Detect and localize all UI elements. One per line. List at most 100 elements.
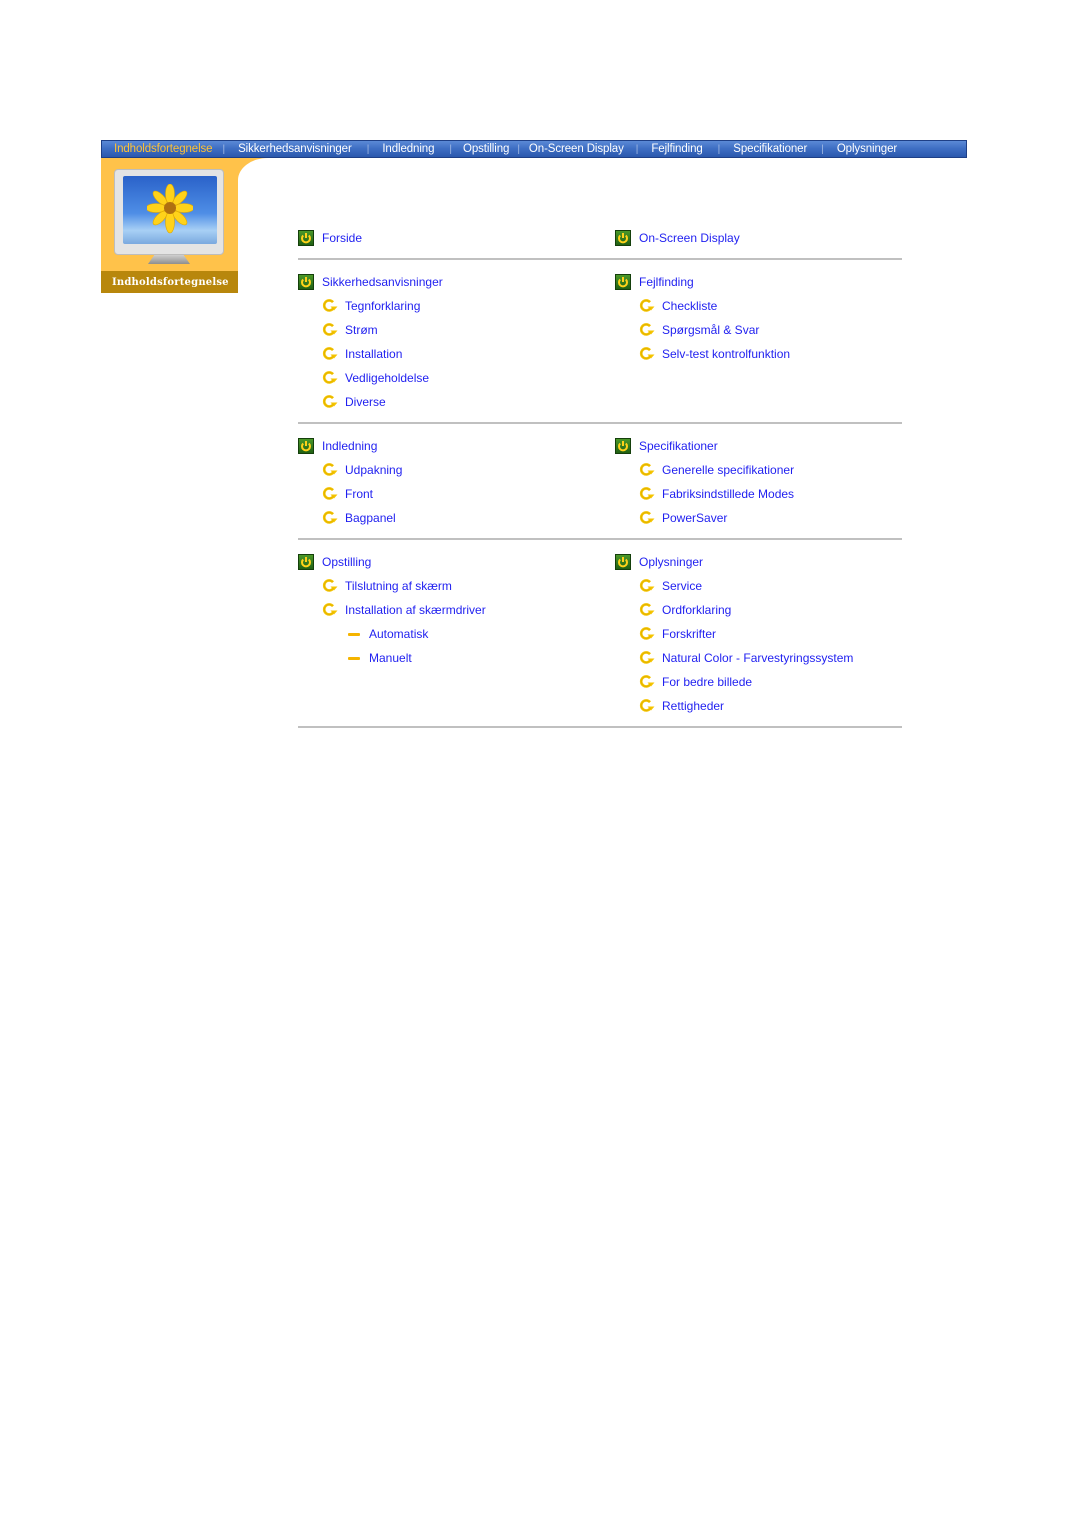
circular-arrow-icon [639,651,662,665]
toc-link[interactable]: Vedligeholdelse [345,371,429,385]
table-of-contents: Forside On-Screen Display Sikkerhedsanvisn… [298,226,902,738]
toc-list-item[interactable]: Diverse [298,390,615,414]
power-box-icon [298,554,322,570]
toc-list-item[interactable]: Udpakning [298,458,615,482]
toc-list-item[interactable]: Ordforklaring [615,598,902,622]
toc-link[interactable]: Specifikationer [639,439,718,453]
toc-link[interactable]: Diverse [345,395,386,409]
toc-list-item[interactable]: Checkliste [615,294,902,318]
power-box-icon [615,230,639,246]
toc-link[interactable]: Front [345,487,373,501]
toc-list-item[interactable]: Tegnforklaring [298,294,615,318]
toc-link[interactable]: Generelle specifikationer [662,463,794,477]
nav-separator: | [821,143,824,155]
circular-arrow-icon [639,347,662,361]
toc-link[interactable]: Rettigheder [662,699,724,713]
toc-link[interactable]: Fabriksindstillede Modes [662,487,794,501]
toc-link[interactable]: Forskrifter [662,627,716,641]
toc-section-heading[interactable]: Forside [298,226,615,250]
circular-arrow-icon [639,323,662,337]
toc-column-right: Fejlfinding Checkliste Spørgsmål & Svar Sel… [615,270,902,414]
toc-column-left: Indledning Udpakning Front Bagpanel [298,434,615,530]
toc-link[interactable]: Opstilling [322,555,371,569]
toc-link[interactable]: On-Screen Display [639,231,740,245]
toc-link[interactable]: Tegnforklaring [345,299,420,313]
side-banner: Indholdsfortegnelse [101,158,268,293]
toc-section-heading[interactable]: Sikkerhedsanvisninger [298,270,615,294]
toc-section-heading[interactable]: Specifikationer [615,434,902,458]
banner-caption-text: Indholdsfortegnelse [112,276,229,288]
circular-arrow-icon [639,579,662,593]
toc-link[interactable]: Automatisk [369,627,428,641]
toc-link[interactable]: Tilslutning af skærm [345,579,452,593]
toc-link[interactable]: Oplysninger [639,555,703,569]
toc-link[interactable]: Installation af skærmdriver [345,603,486,617]
toc-list-item[interactable]: For bedre billede [615,670,902,694]
nav-tab-indledning[interactable]: Indledning [382,143,434,155]
toc-list-item[interactable]: PowerSaver [615,506,902,530]
banner-caption: Indholdsfortegnelse [101,271,238,293]
circular-arrow-icon [322,603,345,617]
toc-list-item[interactable]: Vedligeholdelse [298,366,615,390]
toc-link[interactable]: Natural Color - Farvestyringssystem [662,651,853,665]
toc-list-item[interactable]: Automatisk [298,622,615,646]
toc-link[interactable]: Udpakning [345,463,402,477]
toc-list-item[interactable]: Service [615,574,902,598]
toc-link[interactable]: Checkliste [662,299,717,313]
toc-link[interactable]: Selv-test kontrolfunktion [662,347,790,361]
toc-link[interactable]: Ordforklaring [662,603,731,617]
monitor-stand [148,255,190,264]
circular-arrow-icon [322,511,345,525]
top-navigation-bar: Indholdsfortegnelse | Sikkerhedsanvisnin… [101,140,967,158]
toc-list-item[interactable]: Natural Color - Farvestyringssystem [615,646,902,670]
toc-link[interactable]: Fejlfinding [639,275,694,289]
toc-list-item[interactable]: Front [298,482,615,506]
power-box-icon [615,438,639,454]
toc-link[interactable]: Installation [345,347,402,361]
nav-tab-sikkerhedsanvisninger[interactable]: Sikkerhedsanvisninger [238,143,352,155]
toc-list-item[interactable]: Rettigheder [615,694,902,718]
toc-list-item[interactable]: Bagpanel [298,506,615,530]
nav-tab-on-screen-display[interactable]: On-Screen Display [529,143,624,155]
toc-link[interactable]: Indledning [322,439,377,453]
nav-tab-fejlfinding[interactable]: Fejlfinding [651,143,702,155]
toc-link[interactable]: Spørgsmål & Svar [662,323,759,337]
circular-arrow-icon [322,487,345,501]
toc-list-item[interactable]: Installation af skærmdriver [298,598,615,622]
toc-column-left: Sikkerhedsanvisninger Tegnforklaring Strøm… [298,270,615,414]
toc-list-item[interactable]: Strøm [298,318,615,342]
circular-arrow-icon [322,347,345,361]
toc-link[interactable]: Strøm [345,323,378,337]
circular-arrow-icon [322,371,345,385]
toc-list-item[interactable]: Fabriksindstillede Modes [615,482,902,506]
toc-link[interactable]: Forside [322,231,362,245]
circular-arrow-icon [322,395,345,409]
toc-column-right: Specifikationer Generelle specifikationer… [615,434,902,530]
circular-arrow-icon [639,511,662,525]
toc-link[interactable]: Sikkerhedsanvisninger [322,275,443,289]
toc-link[interactable]: PowerSaver [662,511,727,525]
toc-list-item[interactable]: Forskrifter [615,622,902,646]
toc-link[interactable]: Manuelt [369,651,412,665]
toc-list-item[interactable]: Generelle specifikationer [615,458,902,482]
circular-arrow-icon [639,627,662,641]
circular-arrow-icon [322,463,345,477]
nav-tab-opstilling[interactable]: Opstilling [463,143,509,155]
toc-list-item[interactable]: Tilslutning af skærm [298,574,615,598]
toc-link[interactable]: Service [662,579,702,593]
toc-list-item[interactable]: Installation [298,342,615,366]
toc-link[interactable]: Bagpanel [345,511,396,525]
toc-section-heading[interactable]: Opstilling [298,550,615,574]
toc-section-heading[interactable]: Indledning [298,434,615,458]
toc-section-heading[interactable]: Fejlfinding [615,270,902,294]
toc-section-heading[interactable]: Oplysninger [615,550,902,574]
toc-link[interactable]: For bedre billede [662,675,752,689]
toc-list-item[interactable]: Spørgsmål & Svar [615,318,902,342]
nav-tab-indholdsfortegnelse[interactable]: Indholdsfortegnelse [114,143,213,155]
nav-tab-specifikationer[interactable]: Specifikationer [733,143,807,155]
nav-tab-oplysninger[interactable]: Oplysninger [837,143,897,155]
toc-list-item[interactable]: Selv-test kontrolfunktion [615,342,902,366]
dash-icon [348,656,360,660]
toc-list-item[interactable]: Manuelt [298,646,615,670]
toc-section-heading[interactable]: On-Screen Display [615,226,902,250]
